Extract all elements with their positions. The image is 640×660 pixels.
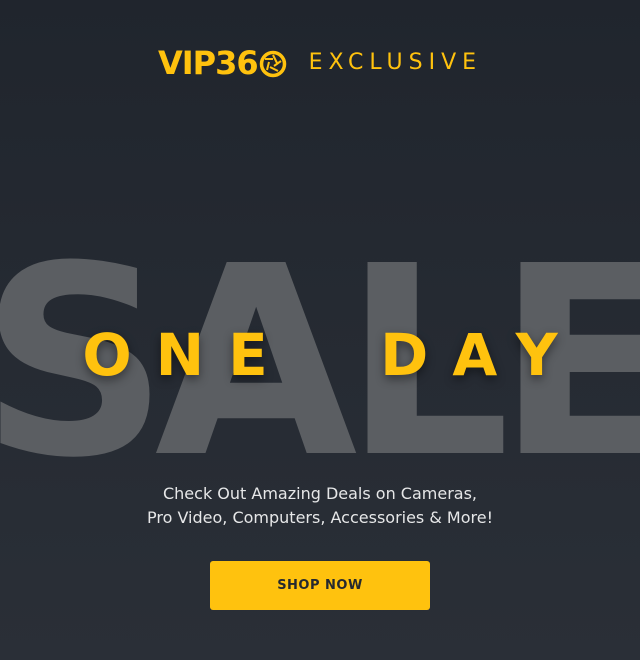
description-line-1: Check Out Amazing Deals on Cameras, bbox=[162, 484, 478, 503]
description-line-2: Pro Video, Computers, Accessories & More… bbox=[146, 508, 493, 527]
aperture-zero-icon bbox=[259, 50, 286, 78]
one-day-headline: ONE DAY bbox=[82, 321, 582, 389]
exclusive-label: EXCLUSIVE bbox=[308, 50, 483, 75]
header: VIP36 EXCLUSIVE bbox=[0, 44, 640, 82]
shop-now-button[interactable]: SHOP NOW bbox=[210, 561, 430, 610]
promo-banner: VIP36 EXCLUSIVE SALE ONE DAY Check Out A… bbox=[0, 0, 640, 660]
shop-now-label: SHOP NOW bbox=[277, 578, 363, 593]
vip360-logo: VIP36 bbox=[158, 44, 287, 82]
logo-text: VIP36 bbox=[157, 44, 259, 82]
promo-description: Check Out Amazing Deals on Cameras, Pro … bbox=[0, 482, 640, 530]
